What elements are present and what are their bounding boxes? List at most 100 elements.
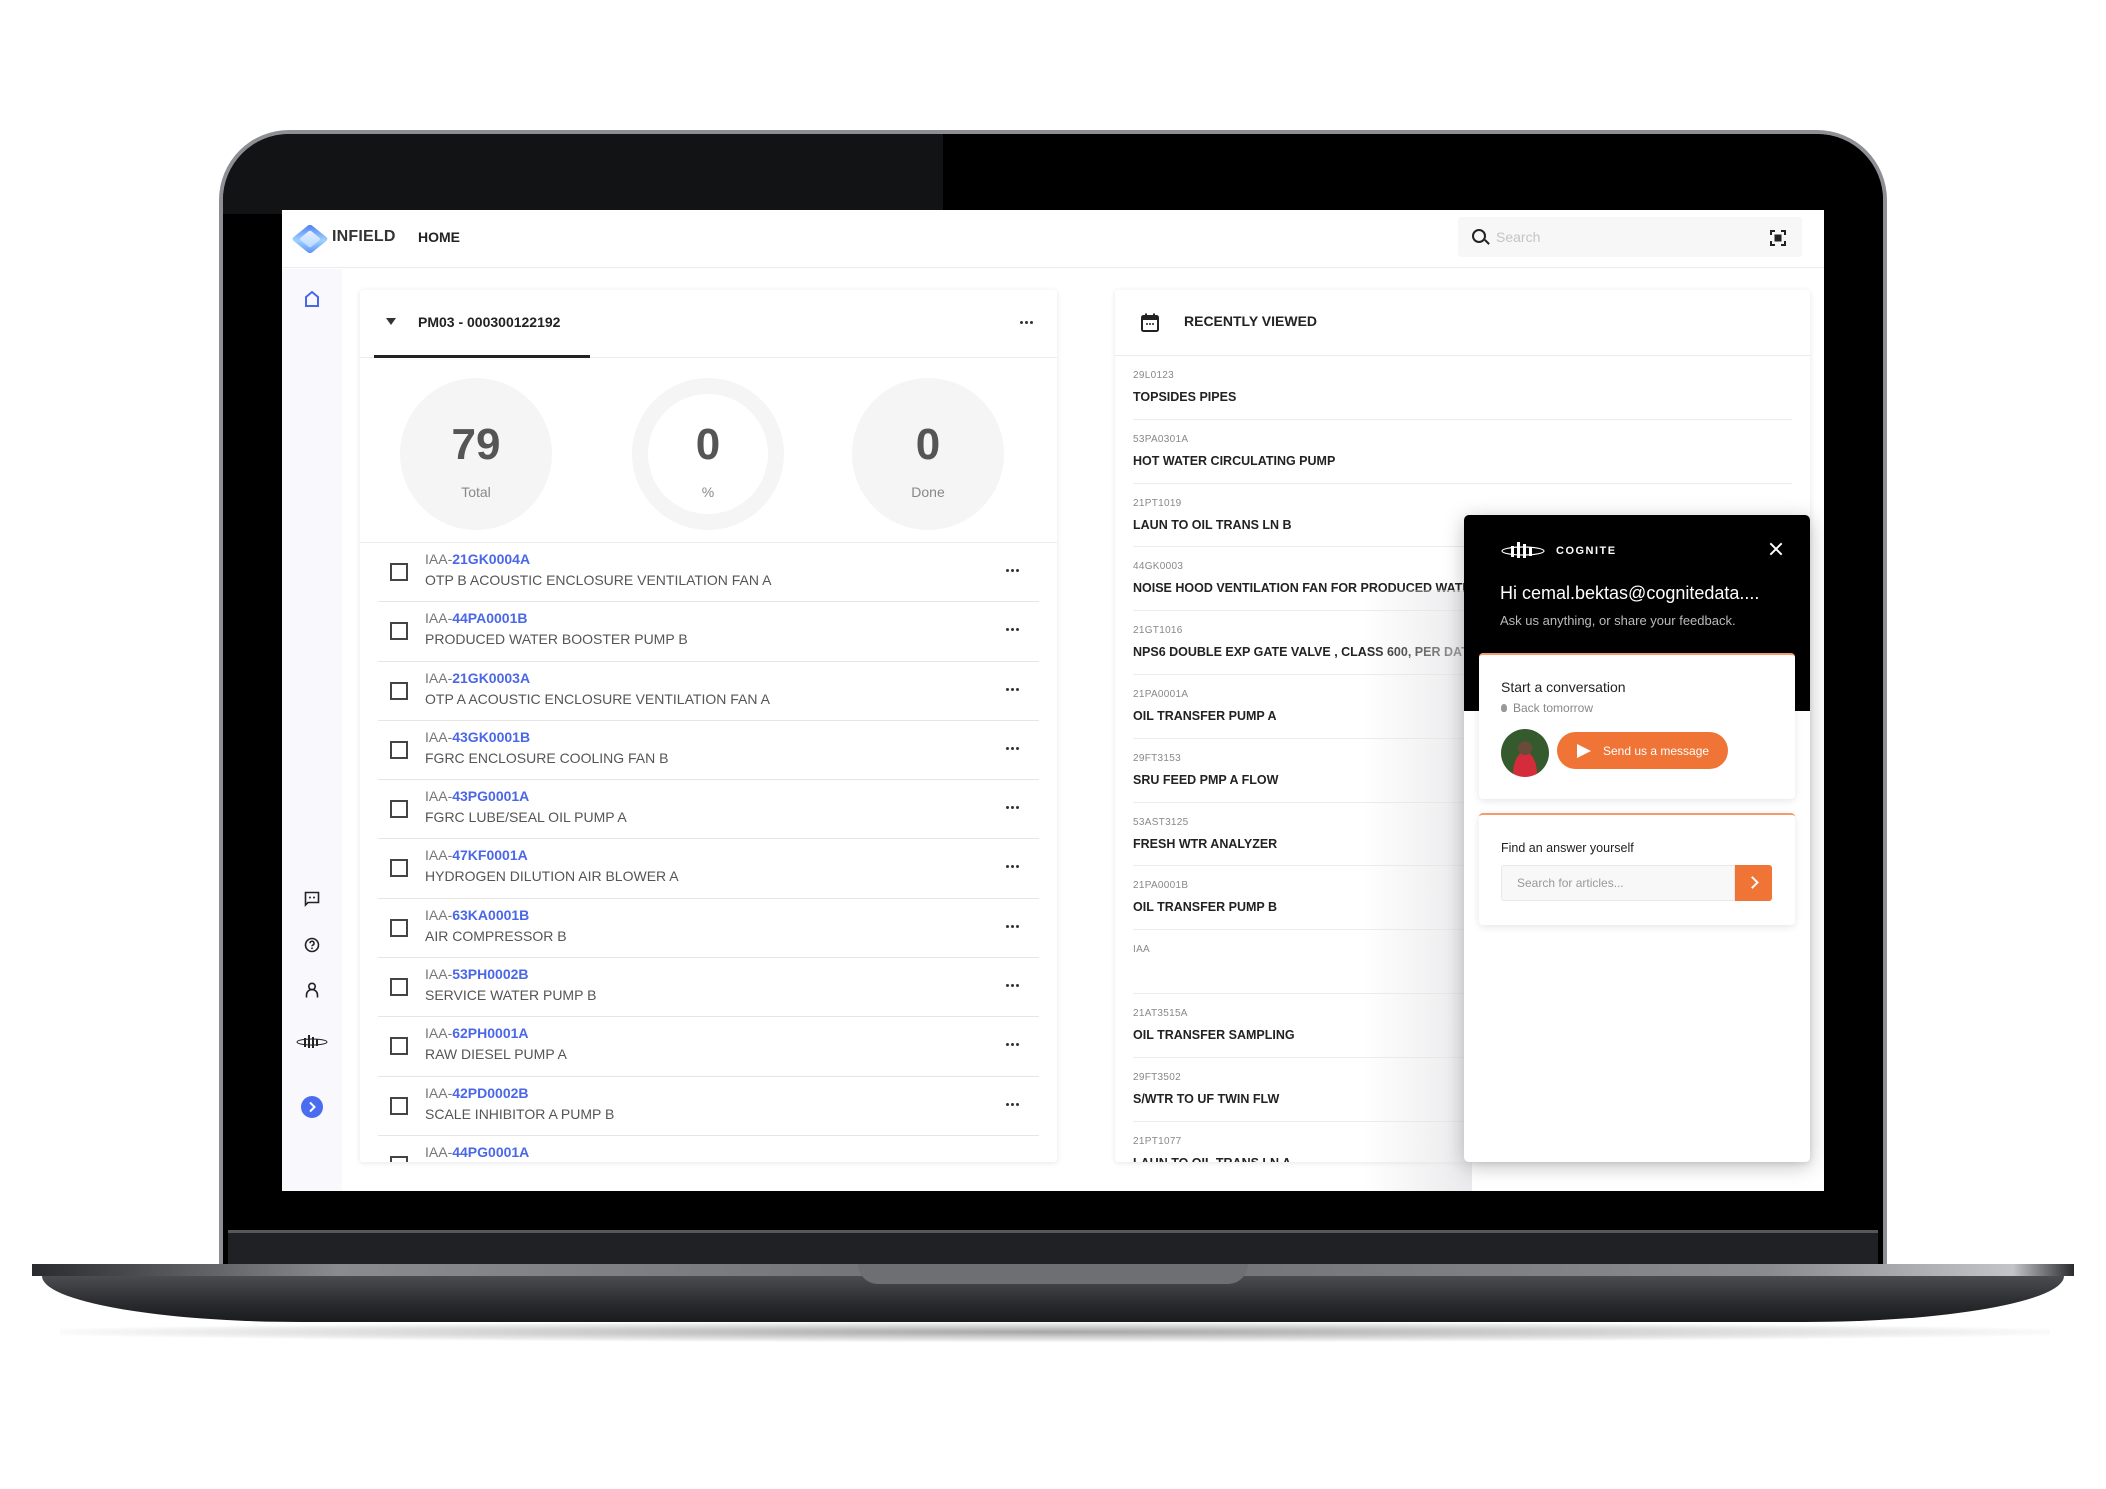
task-more-button[interactable]: [1006, 628, 1019, 632]
asset-code: 21PT1077: [1133, 1135, 1182, 1147]
task-tag-link[interactable]: 21GK0004A: [452, 551, 530, 567]
sidebar-expand-button[interactable]: [300, 1095, 324, 1119]
task-checkbox[interactable]: [390, 681, 408, 700]
worklist-card: PM03 - 000300122192 79 Total 0 % 0 Done …: [360, 290, 1057, 1162]
recently-viewed-title: RECENTLY VIEWED: [1184, 313, 1318, 329]
task-checkbox[interactable]: [390, 859, 408, 878]
task-row[interactable]: IAA-47KF0001A HYDROGEN DILUTION AIR BLOWE…: [378, 839, 1039, 899]
recently-viewed-item[interactable]: 29L0123 TOPSIDES PIPES: [1133, 356, 1792, 420]
task-checkbox[interactable]: [390, 1155, 408, 1162]
task-more-button[interactable]: [1006, 806, 1019, 810]
task-tag-link[interactable]: 44PG0001A: [452, 1144, 529, 1160]
task-checkbox[interactable]: [390, 563, 408, 581]
send-message-label: Send us a message: [1603, 743, 1710, 758]
task-more-button[interactable]: [1006, 1102, 1019, 1106]
search-bar: [1458, 217, 1802, 257]
task-more-button[interactable]: [1006, 746, 1019, 750]
task-checkbox[interactable]: [390, 1096, 408, 1115]
task-id: IAA-62PH0001A: [425, 1025, 529, 1041]
task-row[interactable]: IAA-62PH0001A RAW DIESEL PUMP A: [378, 1017, 1039, 1077]
asset-name: S/WTR TO UF TWIN FLW: [1133, 1091, 1280, 1106]
task-description: RAW DIESEL PUMP A: [425, 1046, 567, 1063]
task-id: IAA-44PA0001B: [425, 610, 527, 626]
task-tag-link[interactable]: 42PD0002B: [452, 1085, 528, 1101]
task-id: IAA-43GK0001B: [425, 729, 530, 745]
stat-total-value: 79: [451, 420, 501, 469]
task-row[interactable]: IAA-42PD0002B SCALE INHIBITOR A PUMP B: [378, 1077, 1039, 1136]
task-row[interactable]: IAA-44PG0001ARECOVERED OIL PUMP A: [378, 1136, 1039, 1162]
worklist-title[interactable]: PM03 - 000300122192: [418, 314, 560, 330]
task-tag-link[interactable]: 63KA0001B: [452, 907, 529, 923]
help-circle-icon: [304, 937, 320, 953]
task-more-button[interactable]: [1006, 865, 1019, 869]
task-more-button[interactable]: [1006, 924, 1019, 928]
task-checkbox[interactable]: [390, 918, 408, 937]
nav-home[interactable]: HOME: [418, 229, 460, 245]
task-tag-link[interactable]: 62PH0001A: [452, 1025, 528, 1041]
task-row[interactable]: IAA-44PA0001B PRODUCED WATER BOOSTER PUMP…: [378, 602, 1039, 662]
task-id-prefix: IAA-: [425, 1084, 453, 1101]
task-id: IAA-21GK0004A: [425, 551, 530, 567]
task-description: OTP A ACOUSTIC ENCLOSURE VENTILATION FAN…: [425, 690, 770, 707]
caret-down-icon[interactable]: [386, 318, 396, 325]
sidebar-item-profile[interactable]: [300, 978, 324, 1002]
sidebar-item-feedback[interactable]: [300, 887, 324, 911]
stat-done-label: Done: [911, 484, 945, 500]
calendar-icon: [1141, 313, 1159, 332]
search-input[interactable]: [1496, 227, 1746, 247]
asset-code: 21PT1019: [1133, 497, 1182, 509]
worklist-header: PM03 - 000300122192: [360, 290, 1057, 358]
find-answer-card: Find an answer yourself: [1479, 813, 1795, 925]
availability-text: Back tomorrow: [1513, 701, 1594, 715]
task-description: AIR COMPRESSOR B: [425, 927, 567, 944]
task-id: IAA-47KF0001A: [425, 847, 528, 863]
task-tag-link[interactable]: 44PA0001B: [452, 610, 527, 626]
asset-code: 21PA0001A: [1133, 688, 1189, 700]
task-tag-link[interactable]: 43GK0001B: [452, 729, 530, 745]
task-row[interactable]: IAA-43PG0001A FGRC LUBE/SEAL OIL PUMP A: [378, 780, 1039, 840]
sidebar-item-cognite[interactable]: [294, 1030, 330, 1054]
task-checkbox[interactable]: [390, 622, 408, 641]
task-id-prefix: IAA-: [425, 551, 453, 567]
task-tag-link[interactable]: 21GK0003A: [452, 670, 530, 686]
article-search-submit-button[interactable]: [1735, 865, 1772, 901]
recently-viewed-item[interactable]: 53PA0301A HOT WATER CIRCULATING PUMP: [1133, 420, 1792, 484]
sidebar-item-help[interactable]: [300, 933, 324, 957]
support-chat-widget: COGNITE Hi cemal.bektas@cognitedata.... …: [1464, 515, 1810, 1162]
task-checkbox[interactable]: [390, 740, 408, 759]
task-more-button[interactable]: [1006, 984, 1019, 988]
article-search-input[interactable]: [1501, 865, 1735, 901]
task-checkbox[interactable]: [390, 1037, 408, 1056]
task-more-button[interactable]: [1006, 569, 1019, 572]
task-more-button[interactable]: [1006, 687, 1019, 691]
task-id-prefix: IAA-: [425, 906, 453, 923]
task-tag-link[interactable]: 53PH0002B: [452, 966, 528, 982]
recently-viewed-header: RECENTLY VIEWED: [1115, 290, 1810, 356]
task-id: IAA-21GK0003A: [425, 670, 530, 686]
app-brand[interactable]: INFIELD: [332, 228, 396, 246]
task-description: FGRC LUBE/SEAL OIL PUMP A: [425, 809, 627, 826]
asset-code: 21PA0001B: [1133, 880, 1189, 892]
task-tag-link[interactable]: 43PG0001A: [452, 788, 529, 804]
task-more-button[interactable]: [1006, 1043, 1019, 1047]
scan-icon[interactable]: [1770, 230, 1786, 246]
task-checkbox[interactable]: [390, 978, 408, 997]
sidebar: [282, 269, 342, 1191]
task-row[interactable]: IAA-63KA0001B AIR COMPRESSOR B: [378, 899, 1039, 959]
task-row[interactable]: IAA-43GK0001B FGRC ENCLOSURE COOLING FAN …: [378, 721, 1039, 781]
close-icon[interactable]: [1768, 541, 1784, 557]
send-message-button[interactable]: Send us a message: [1557, 732, 1728, 769]
task-checkbox[interactable]: [390, 800, 408, 819]
sidebar-item-home[interactable]: [300, 287, 324, 311]
task-description: SCALE INHIBITOR A PUMP B: [425, 1105, 615, 1122]
stat-done-value: 0: [915, 420, 941, 469]
asset-code: 53AST3125: [1133, 816, 1189, 828]
chat-subtitle: Ask us anything, or share your feedback.: [1500, 613, 1736, 628]
worklist-more-button[interactable]: [1020, 321, 1033, 324]
task-tag-link[interactable]: 47KF0001A: [452, 847, 528, 863]
task-row[interactable]: IAA-21GK0003A OTP A ACOUSTIC ENCLOSURE VE…: [378, 662, 1039, 721]
asset-code: 53PA0301A: [1133, 433, 1189, 445]
task-description: SERVICE WATER PUMP B: [425, 987, 597, 1004]
task-row[interactable]: IAA-21GK0004A OTP B ACOUSTIC ENCLOSURE VE…: [378, 543, 1039, 603]
task-row[interactable]: IAA-53PH0002B SERVICE WATER PUMP B: [378, 958, 1039, 1018]
